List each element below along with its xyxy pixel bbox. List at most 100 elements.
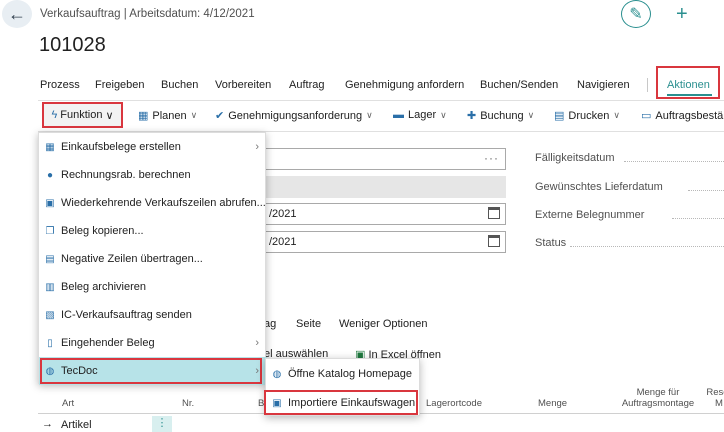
- customer-field[interactable]: ···: [262, 148, 506, 170]
- menu-item-einkaufsbelege-erstellen[interactable]: ▦ Einkaufsbelege erstellen ›: [39, 133, 267, 161]
- archive-icon: ▥: [45, 281, 55, 293]
- menu-item-label: Wiederkehrende Verkaufszeilen abrufen...: [61, 197, 266, 209]
- divider: [38, 100, 724, 101]
- calendar-icon[interactable]: [488, 207, 500, 219]
- menu-item-label: Eingehender Beleg: [61, 337, 155, 349]
- action-vorbereiten[interactable]: Vorbereiten: [215, 79, 271, 91]
- recurring-lines-icon: ▣: [45, 197, 55, 209]
- auftragsbest-label: Auftragsbestä: [655, 109, 724, 122]
- purchase-docs-icon: ▦: [45, 141, 55, 153]
- planen-label: Planen: [152, 109, 187, 122]
- col-reser-line2: M: [715, 398, 723, 409]
- highlight-aktionen: [656, 66, 720, 99]
- label-faelligkeitsdatum: Fälligkeitsdatum: [535, 152, 615, 164]
- col-menge-fuer-line2: Auftragsmontage: [621, 398, 695, 409]
- submenu-item-katalog-homepage[interactable]: ◍ Öffne Katalog Homepage: [266, 361, 421, 387]
- tab-seite[interactable]: Seite: [296, 318, 321, 330]
- chevron-down-icon: ∨: [527, 110, 535, 120]
- chevron-down-icon: ∨: [190, 110, 198, 120]
- negative-lines-icon: ▤: [45, 253, 55, 265]
- chevron-right-icon: ›: [255, 337, 259, 349]
- genehmigung-label: Genehmigungsanforderung: [228, 109, 363, 122]
- row-current-arrow-icon: →: [42, 418, 53, 430]
- menu-item-label: Einkaufsbelege erstellen: [61, 141, 181, 153]
- menu-item-label: Rechnungsrab. berechnen: [61, 169, 191, 181]
- action-genehmigung-anfordern[interactable]: Genehmigung anfordern: [345, 79, 464, 91]
- label-status: Status: [535, 237, 567, 249]
- action-buchen-senden[interactable]: Buchen/Senden: [480, 79, 558, 91]
- col-menge-fuer[interactable]: Menge für Auftragsmontage: [613, 387, 703, 409]
- back-button[interactable]: ←: [2, 0, 32, 28]
- menu-item-label: IC-Verkaufsauftrag senden: [61, 309, 192, 321]
- buchung-label: Buchung: [480, 109, 524, 122]
- approval-icon: ✔: [215, 110, 225, 122]
- col-menge-fuer-line1: Menge für: [636, 387, 680, 398]
- table-row[interactable]: → Artikel ⋮: [38, 416, 724, 432]
- col-reser-line1: Reser: [706, 387, 724, 398]
- posting-icon: ✚: [467, 110, 477, 122]
- date-field-2[interactable]: /2021: [262, 231, 506, 253]
- action-bar: Prozess Freigeben Buchen Vorbereiten Auf…: [0, 76, 724, 96]
- date-field-1-value: /2021: [269, 208, 297, 220]
- lager-label: Lager: [408, 109, 437, 121]
- action-buchen[interactable]: Buchen: [161, 79, 198, 91]
- chevron-right-icon: ›: [255, 141, 259, 153]
- action-separator: [647, 78, 648, 92]
- col-lagerortcode[interactable]: Lagerortcode: [426, 398, 482, 409]
- lager-button[interactable]: ▬ Lager ∨: [393, 109, 447, 121]
- col-nr[interactable]: Nr.: [182, 398, 194, 409]
- menu-item-negative-zeilen[interactable]: ▤ Negative Zeilen übertragen...: [39, 245, 267, 273]
- readonly-field: [262, 176, 506, 198]
- funktion-dropdown-menu: ▦ Einkaufsbelege erstellen › ● Rechnungsrab…: [38, 132, 267, 385]
- chevron-down-icon: ∨: [366, 110, 373, 120]
- action-prozess[interactable]: Prozess: [40, 79, 80, 91]
- buchung-button[interactable]: ✚ Buchung ∨: [467, 109, 535, 123]
- tab-weniger-optionen[interactable]: Weniger Optionen: [339, 318, 427, 330]
- action-freigeben[interactable]: Freigeben: [95, 79, 145, 91]
- menu-item-rechnungsrab-berechnen[interactable]: ● Rechnungsrab. berechnen: [39, 161, 267, 189]
- drucken-label: Drucken: [568, 109, 610, 122]
- menu-item-label: Beleg archivieren: [61, 281, 146, 293]
- col-reser[interactable]: ReserM: [704, 387, 724, 409]
- menu-item-wiederkehrende-verkaufszeilen[interactable]: ▣ Wiederkehrende Verkaufszeilen abrufen..…: [39, 189, 267, 217]
- chevron-down-icon: ∨: [440, 109, 447, 120]
- grid-icon: ▦: [138, 110, 149, 122]
- col-menge[interactable]: Menge: [538, 398, 567, 409]
- label-externe-belegnummer: Externe Belegnummer: [535, 209, 645, 221]
- planen-button[interactable]: ▦ Planen ∨: [138, 109, 198, 123]
- auftragsbestaetigung-button[interactable]: ▭ Auftragsbestä: [641, 109, 724, 123]
- menu-item-label: Beleg kopieren...: [61, 225, 144, 237]
- highlight-importiere-einkaufswagen: [264, 390, 418, 415]
- pencil-icon: ✎: [629, 6, 643, 23]
- page-subtitle: Verkaufsauftrag | Arbeitsdatum: 4/12/202…: [40, 8, 255, 20]
- lookup-icon[interactable]: ···: [484, 151, 499, 165]
- genehmigungsanforderung-button[interactable]: ✔ Genehmigungsanforderung ∨: [215, 109, 373, 123]
- dotted-leader: [688, 190, 724, 191]
- menu-item-eingehender-beleg[interactable]: ▯ Eingehender Beleg ›: [39, 329, 267, 357]
- new-button[interactable]: +: [676, 3, 688, 26]
- col-art[interactable]: Art: [62, 398, 74, 409]
- action-navigieren[interactable]: Navigieren: [577, 79, 630, 91]
- dotted-leader: [570, 246, 724, 247]
- calendar-icon[interactable]: [488, 235, 500, 247]
- page-title: 101028: [39, 34, 106, 56]
- menu-item-ic-verkaufsauftrag-senden[interactable]: ▧ IC-Verkaufsauftrag senden: [39, 301, 267, 329]
- row-menu-icon[interactable]: ⋮: [152, 416, 172, 432]
- action-auftrag[interactable]: Auftrag: [289, 79, 324, 91]
- chevron-down-icon: ∨: [613, 110, 620, 120]
- menu-item-beleg-kopieren[interactable]: ❐ Beleg kopieren...: [39, 217, 267, 245]
- date-field-1[interactable]: /2021: [262, 203, 506, 225]
- printer-icon: ▤: [554, 110, 565, 122]
- warehouse-icon: ▬: [393, 109, 404, 121]
- menu-item-beleg-archivieren[interactable]: ▥ Beleg archivieren: [39, 273, 267, 301]
- menu-item-label: Negative Zeilen übertragen...: [61, 253, 203, 265]
- arrow-left-icon: ←: [8, 3, 26, 24]
- edit-button[interactable]: ✎: [621, 0, 651, 28]
- send-ic-icon: ▧: [45, 309, 55, 321]
- dotted-leader: [624, 161, 724, 162]
- copy-document-icon: ❐: [45, 225, 55, 237]
- calculate-discount-icon: ●: [46, 169, 54, 181]
- document-icon: ▭: [641, 110, 652, 122]
- dotted-leader: [672, 218, 724, 219]
- drucken-button[interactable]: ▤ Drucken ∨: [554, 109, 620, 123]
